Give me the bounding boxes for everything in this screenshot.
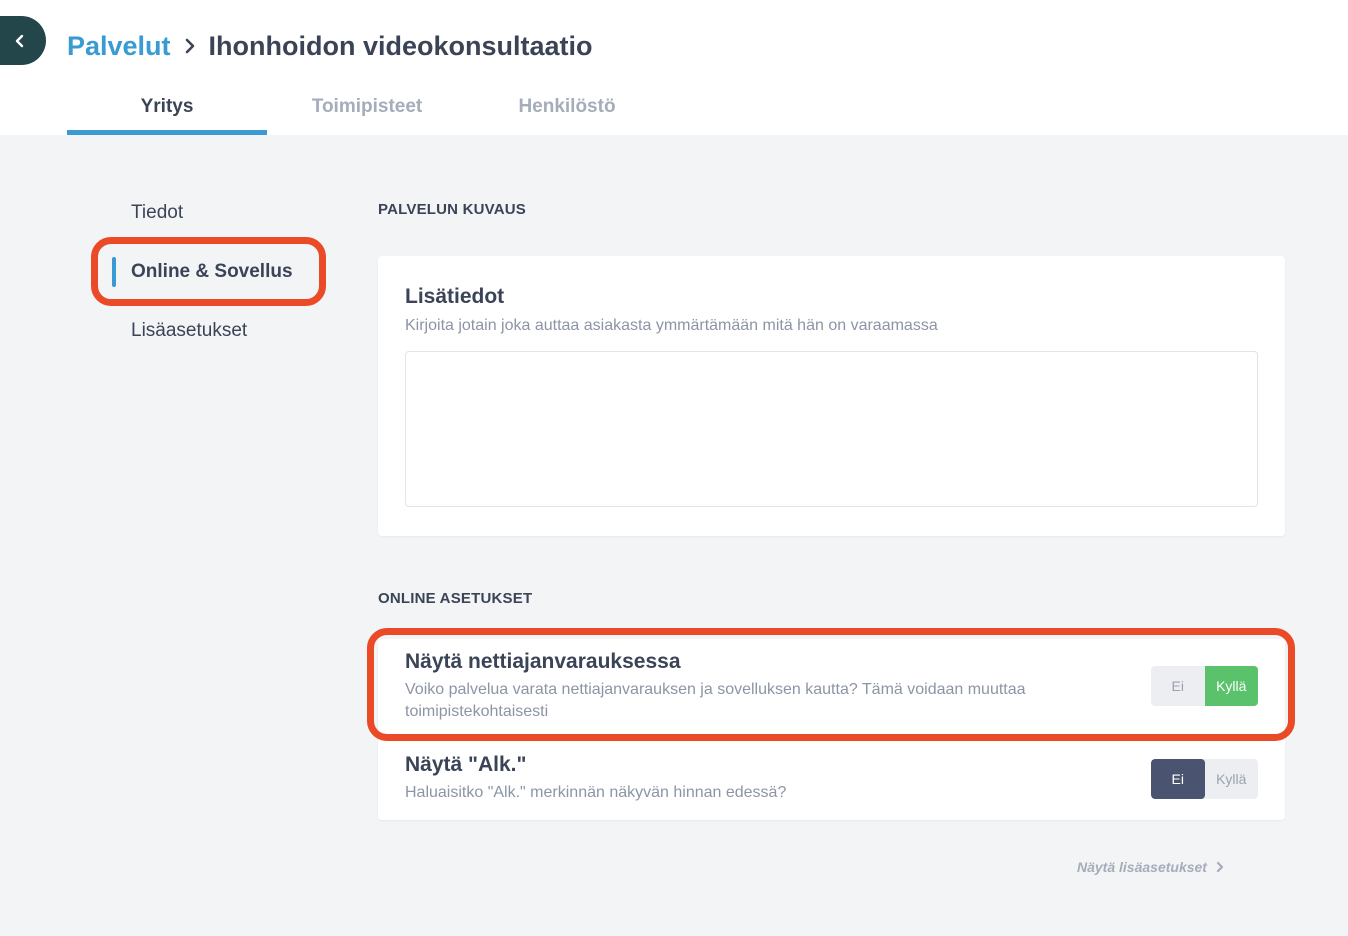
description-card: Lisätiedot Kirjoita jotain joka auttaa a… — [378, 256, 1285, 536]
setting-title: Näytä "Alk." — [405, 753, 527, 776]
chevron-left-icon — [15, 34, 24, 47]
sidebar-item-lisaasetukset[interactable]: Lisäasetukset — [112, 314, 293, 348]
tab-henkilosto[interactable]: Henkilöstö — [467, 84, 667, 135]
section-heading-online-asetukset: ONLINE ASETUKSET — [378, 590, 533, 607]
tab-toimipisteet[interactable]: Toimipisteet — [267, 84, 467, 135]
highlight-annotation — [91, 237, 326, 306]
setting-description: Haluaisitko "Alk." merkinnän näkyvän hin… — [405, 784, 787, 801]
breadcrumb-parent-link[interactable]: Palvelut — [67, 31, 171, 62]
alk-toggle[interactable]: Ei Kyllä — [1151, 759, 1258, 799]
tab-yritys[interactable]: Yritys — [67, 84, 267, 135]
toggle-option-kylla[interactable]: Kyllä — [1205, 759, 1259, 799]
tab-bar: Yritys Toimipisteet Henkilöstö — [67, 84, 667, 135]
chevron-right-icon — [1216, 861, 1224, 873]
show-more-settings-link[interactable]: Näytä lisäasetukset — [1077, 859, 1225, 875]
show-more-settings-label: Näytä lisäasetukset — [1077, 859, 1207, 875]
toggle-option-ei[interactable]: Ei — [1151, 759, 1205, 799]
lisatiedot-textarea[interactable] — [405, 351, 1258, 507]
breadcrumb: Palvelut Ihonhoidon videokonsultaatio — [67, 28, 593, 64]
chevron-right-icon — [183, 37, 197, 55]
lisatiedot-description: Kirjoita jotain joka auttaa asiakasta ym… — [405, 317, 938, 334]
page-title: Ihonhoidon videokonsultaatio — [208, 30, 593, 61]
lisatiedot-title: Lisätiedot — [405, 285, 505, 308]
back-button[interactable] — [0, 16, 46, 65]
top-header: Palvelut Ihonhoidon videokonsultaatio Yr… — [0, 0, 1348, 135]
highlight-annotation — [367, 628, 1295, 741]
sidebar-item-tiedot[interactable]: Tiedot — [112, 196, 293, 230]
section-heading-palvelun-kuvaus: PALVELUN KUVAUS — [378, 201, 527, 218]
